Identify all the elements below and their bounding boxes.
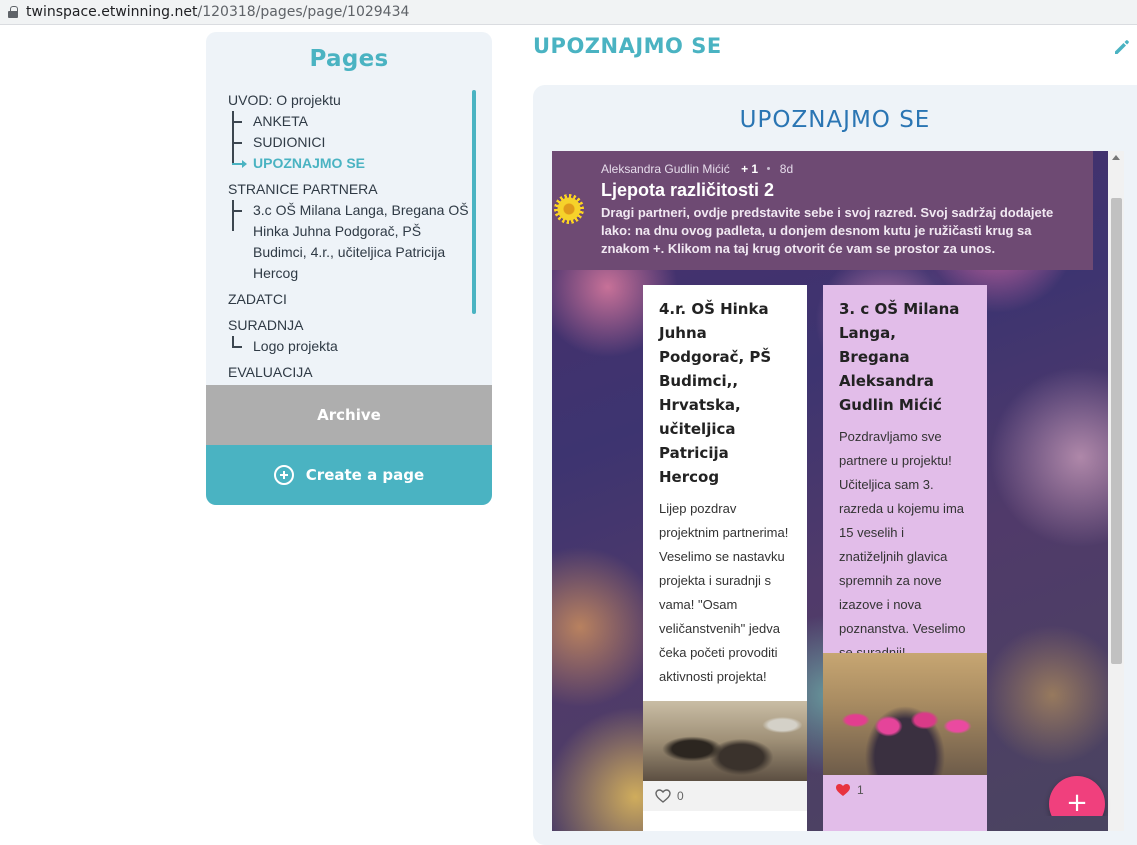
sunflower-icon (554, 194, 584, 224)
browser-address-bar[interactable]: twinspace.etwinning.net/120318/pages/pag… (0, 0, 1137, 25)
tree-item-label: SUDIONICI (253, 134, 326, 150)
url-host: twinspace.etwinning.net (26, 4, 198, 20)
tree-branch-arrow (232, 153, 247, 174)
padlet-scrollbar-thumb[interactable] (1111, 198, 1122, 664)
tree-item-evaluacija[interactable]: EVALUACIJA (228, 362, 478, 383)
tree-item-label: 3.c OŠ Milana Langa, Bregana OŠ Hinka Ju… (253, 202, 469, 281)
post-reactions[interactable]: 0 (643, 781, 807, 811)
pages-sidebar: Pages UVOD: O projektu ANKETA SUDIONICI … (206, 32, 492, 505)
post-body: Pozdravljamo sve partnere u projektu! Uč… (839, 429, 966, 660)
padlet-author: Aleksandra Gudlin Mićić (601, 162, 730, 176)
post-reactions[interactable]: 1 (823, 775, 987, 805)
archive-button[interactable]: Archive (206, 385, 492, 445)
post-photo[interactable] (823, 653, 987, 775)
create-page-label: Create a page (305, 466, 425, 484)
pages-tree[interactable]: UVOD: O projektu ANKETA SUDIONICI UPOZNA… (228, 90, 478, 385)
heart-icon[interactable] (835, 783, 851, 797)
tree-item-sudionici[interactable]: SUDIONICI (228, 132, 478, 153)
create-page-button[interactable]: Create a page (206, 445, 492, 505)
tree-item-uvod[interactable]: UVOD: O projektu (228, 90, 478, 111)
padlet-plus-count[interactable]: + 1 (741, 162, 758, 176)
tree-item-stranice-partnera[interactable]: STRANICE PARTNERA (228, 179, 478, 200)
padlet-age: 8d (779, 162, 794, 176)
tree-item-label: Logo projekta (253, 338, 338, 354)
padlet-post[interactable]: 4.r. OŠ Hinka Juhna Podgorač, PŠ Budimci… (643, 285, 807, 831)
tree-item-upoznajmo-se[interactable]: UPOZNAJMO SE (228, 153, 478, 174)
tree-branch-line (232, 111, 242, 132)
plus-circle-icon (273, 465, 294, 485)
lock-icon (8, 6, 18, 18)
padlet-meta: Aleksandra Gudlin Mićić + 1 8d (601, 162, 793, 176)
scroll-up-arrow-icon[interactable] (1112, 155, 1120, 160)
tree-item-zadatci[interactable]: ZADATCI (228, 289, 478, 310)
tree-branch-line (232, 336, 242, 357)
sidebar-title: Pages (309, 46, 389, 72)
tree-item-suradnja[interactable]: SURADNJA (228, 315, 478, 336)
like-count: 0 (677, 789, 684, 803)
tree-scrollbar[interactable] (472, 90, 476, 314)
heart-icon[interactable] (655, 789, 671, 803)
padlet-title: Ljepota različitosti 2 (601, 180, 775, 200)
post-title: 3. c OŠ Milana Langa, Bregana Aleksandra… (839, 300, 960, 414)
tree-item-label: ANKETA (253, 113, 308, 129)
tree-branch-line (232, 132, 242, 153)
post-body: Lijep pozdrav projektnim partnerima! Ves… (659, 501, 789, 684)
tree-item-anketa[interactable]: ANKETA (228, 111, 478, 132)
padlet-post[interactable]: 3. c OŠ Milana Langa, Bregana Aleksandra… (823, 285, 987, 831)
tree-branch-line (232, 200, 242, 262)
padlet-header: Aleksandra Gudlin Mićić + 1 8d Ljepota r… (552, 151, 1093, 270)
url-path: /120318/pages/page/1029434 (197, 4, 410, 20)
pencil-icon[interactable] (1113, 38, 1131, 56)
content-heading: UPOZNAJMO SE (739, 107, 931, 133)
tree-item-label: UPOZNAJMO SE (253, 155, 366, 171)
like-count: 1 (857, 783, 864, 797)
tree-item-logo-projekta[interactable]: Logo projekta (228, 336, 478, 357)
post-title: 4.r. OŠ Hinka Juhna Podgorač, PŠ Budimci… (659, 300, 772, 486)
padlet-embed[interactable]: Aleksandra Gudlin Mićić + 1 8d Ljepota r… (552, 151, 1108, 831)
page-title: UPOZNAJMO SE (533, 34, 722, 58)
post-photo[interactable] (643, 701, 807, 781)
padlet-description: Dragi partneri, ovdje predstavite sebe i… (601, 205, 1054, 256)
tree-item-partner-page[interactable]: 3.c OŠ Milana Langa, Bregana OŠ Hinka Ju… (228, 200, 478, 284)
